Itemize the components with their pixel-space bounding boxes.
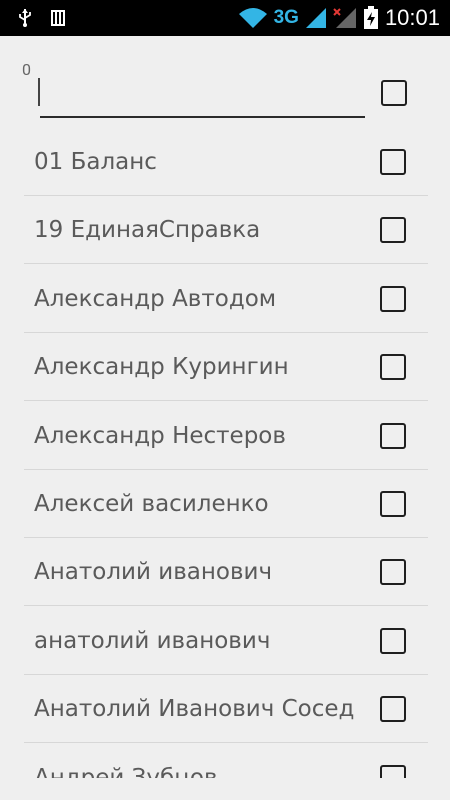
contact-checkbox[interactable] <box>380 696 406 722</box>
contact-checkbox[interactable] <box>380 423 406 449</box>
search-row: 0 <box>0 36 450 128</box>
status-bar: 3G 10:01 <box>0 0 450 36</box>
contact-checkbox[interactable] <box>380 491 406 517</box>
contact-name: Анатолий Иванович Сосед <box>34 696 355 722</box>
text-cursor <box>38 78 40 106</box>
contacts-list[interactable]: 01 Баланс 19 ЕдинаяСправка Александр Авт… <box>0 128 450 778</box>
signal-icon <box>305 8 326 28</box>
list-item[interactable]: Алексей василенко <box>24 470 428 538</box>
network-type-label: 3G <box>273 7 299 28</box>
notification-icons <box>18 8 66 28</box>
list-item[interactable]: 01 Баланс <box>24 128 428 196</box>
list-item[interactable]: Анатолий иванович <box>24 538 428 606</box>
contact-name: Александр Курингин <box>34 354 289 380</box>
list-item[interactable]: Анатолий Иванович Сосед <box>24 675 428 743</box>
contact-checkbox[interactable] <box>380 217 406 243</box>
contact-checkbox[interactable] <box>380 765 406 778</box>
contact-name: Александр Нестеров <box>34 423 286 449</box>
contact-checkbox[interactable] <box>380 149 406 175</box>
signal-no-service-icon <box>333 8 356 28</box>
list-item[interactable]: Александр Курингин <box>24 333 428 401</box>
contact-name: Алексей василенко <box>34 491 269 517</box>
list-item[interactable]: Александр Автодом <box>24 265 428 333</box>
contact-name: 19 ЕдинаяСправка <box>34 217 261 243</box>
contact-name: 01 Баланс <box>34 149 157 175</box>
contact-name: Андрей Зубцов <box>34 765 218 778</box>
contact-name: Анатолий иванович <box>34 559 273 585</box>
clock: 10:01 <box>384 5 440 30</box>
system-icons: 3G 10:01 <box>238 4 440 32</box>
battery-charging-icon <box>363 6 378 29</box>
list-item[interactable]: Андрей Зубцов <box>24 744 428 778</box>
list-item[interactable]: 19 ЕдинаяСправка <box>24 196 428 264</box>
contact-checkbox[interactable] <box>380 354 406 380</box>
storage-icon <box>51 10 65 26</box>
contact-checkbox[interactable] <box>380 559 406 585</box>
search-input[interactable] <box>40 76 365 118</box>
contact-checkbox[interactable] <box>380 286 406 312</box>
wifi-icon <box>238 8 267 28</box>
contact-name: анатолий иванович <box>34 628 271 654</box>
list-item[interactable]: Александр Нестеров <box>24 402 428 470</box>
usb-icon <box>19 9 31 27</box>
selected-count: 0 <box>22 60 31 79</box>
contact-name: Александр Автодом <box>34 286 277 312</box>
select-all-checkbox[interactable] <box>381 80 407 106</box>
contact-checkbox[interactable] <box>380 628 406 654</box>
list-item[interactable]: анатолий иванович <box>24 607 428 675</box>
